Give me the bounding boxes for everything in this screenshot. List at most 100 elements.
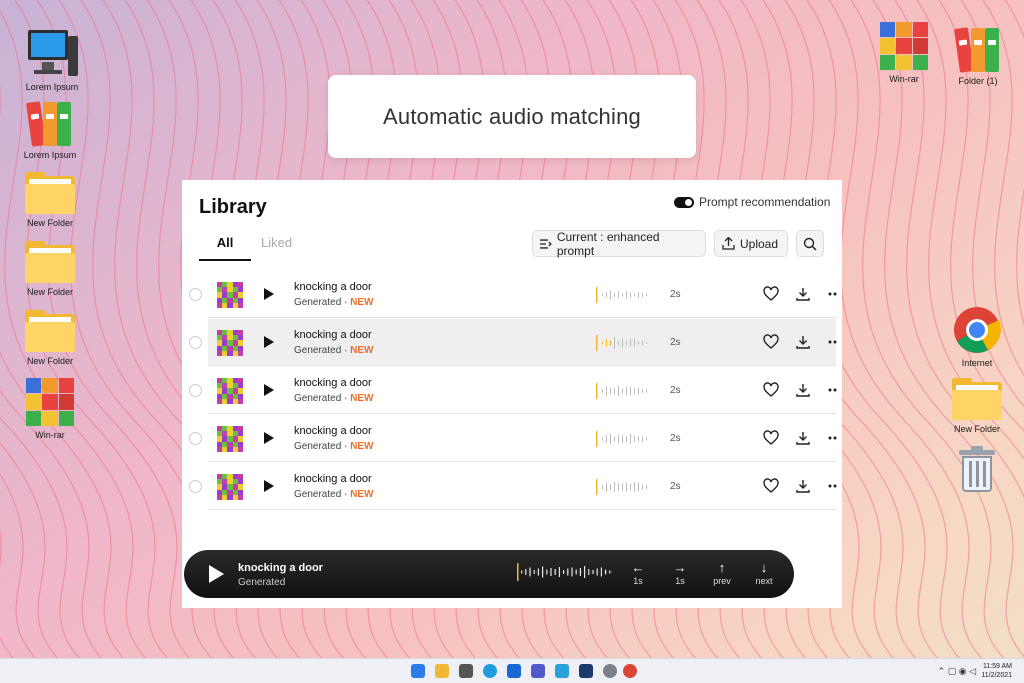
arrow-right-icon: → [673,560,687,575]
library-row[interactable]: knocking a door Generated · NEW 2s [189,367,837,414]
waveform-bar [622,483,623,491]
edge-icon[interactable] [483,664,497,678]
row-play-button[interactable] [264,384,274,396]
waveform-bar [634,293,635,297]
desktop-icon-binders[interactable]: Lorem Ipsum [10,100,90,160]
seek-back-button[interactable]: ← 1s [625,561,651,586]
row-play-button[interactable] [264,336,274,348]
row-waveform[interactable] [596,429,652,449]
seek-forward-button[interactable]: → 1s [667,561,693,586]
toggle-label: Prompt recommendation [699,195,831,209]
waveform-bar [610,484,611,490]
download-icon[interactable] [794,429,812,447]
waveform-bar [602,341,603,345]
desktop-icon-winrar-right[interactable]: Win-rar [864,22,944,84]
current-prompt-button[interactable]: Current : enhanced prompt [532,230,706,258]
desktop-icon-computer[interactable]: Lorem Ipsum [12,28,92,92]
row-title: knocking a door [294,473,372,485]
waveform-bar [630,484,631,490]
next-button[interactable]: ↓ next [751,561,777,586]
download-icon[interactable] [794,285,812,303]
desktop-icon-winrar[interactable]: Win-rar [10,378,90,440]
store-icon[interactable] [507,664,521,678]
chrome-taskbar-icon[interactable] [623,664,637,678]
folder-icon [25,170,75,214]
download-icon[interactable] [794,381,812,399]
desktop-icon-folder-right[interactable]: New Folder [937,376,1017,434]
row-play-button[interactable] [264,480,274,492]
waveform-bar [638,483,639,491]
heart-icon[interactable] [762,477,780,495]
list-filter-icon [540,238,552,249]
row-select-radio[interactable] [189,288,202,301]
download-icon[interactable] [794,477,812,495]
photos-icon[interactable] [555,664,569,678]
row-select-radio[interactable] [189,480,202,493]
desktop-icon-folder-binders[interactable]: Folder (1) [938,26,1018,86]
waveform-bar [554,569,556,575]
heart-icon[interactable] [762,429,780,447]
waveform-marker [517,563,519,581]
player-play-button[interactable] [209,565,224,583]
desktop-icon-label: Lorem Ipsum [25,82,79,92]
library-row[interactable]: knocking a door Generated · NEW 2s [189,271,837,318]
desktop-icon-internet[interactable]: Internet [937,306,1017,368]
waveform-bar [614,388,615,394]
desktop-icon-folder-1[interactable]: New Folder [10,170,90,228]
waveform-bar [638,387,639,395]
heart-icon[interactable] [762,333,780,351]
file-explorer-icon[interactable] [435,664,449,678]
library-row[interactable]: knocking a door Generated · NEW 2s [189,463,837,510]
clock[interactable]: 11:59 AM 11/2/2021 [981,662,1012,680]
row-waveform[interactable] [596,333,652,353]
waveform-bar [646,485,647,489]
tab-all[interactable]: All [199,235,251,261]
app-icon[interactable] [579,664,593,678]
system-tray[interactable]: ⌃ ▢ ◉ ◁ [938,666,976,677]
more-options-icon[interactable] [824,381,842,399]
waveform-bar [529,567,531,577]
desktop-icon-recycle-bin[interactable] [937,446,1017,498]
waveform-bar [610,387,611,395]
tab-liked[interactable]: Liked [261,235,292,259]
desktop-icon-label: Win-rar [889,74,919,84]
row-duration: 2s [670,481,681,492]
library-row[interactable]: knocking a door Generated · NEW 2s [189,319,837,366]
toggle-switch[interactable] [674,196,694,208]
prev-button[interactable]: ↑ prev [709,561,735,586]
waveform-bar [642,389,643,393]
heart-icon[interactable] [762,285,780,303]
search-button[interactable] [796,230,824,257]
waveform-bar [642,340,643,346]
row-select-radio[interactable] [189,432,202,445]
row-waveform[interactable] [596,477,652,497]
row-waveform[interactable] [596,381,652,401]
more-options-icon[interactable] [824,285,842,303]
more-options-icon[interactable] [824,429,842,447]
row-status: Generated [294,345,342,356]
player-waveform[interactable] [517,562,615,582]
settings-icon[interactable] [603,664,617,678]
waveform-bar [579,568,581,576]
desktop-icon-folder-2[interactable]: New Folder [10,239,90,297]
download-icon[interactable] [794,333,812,351]
teams-icon[interactable] [531,664,545,678]
more-options-icon[interactable] [824,333,842,351]
row-play-button[interactable] [264,288,274,300]
row-waveform[interactable] [596,285,652,305]
camera-icon[interactable] [459,664,473,678]
row-play-button[interactable] [264,432,274,444]
waveform-bar [646,437,647,441]
more-options-icon[interactable] [824,477,842,495]
desktop-icon-folder-3[interactable]: New Folder [10,308,90,366]
library-row[interactable]: knocking a door Generated · NEW 2s [189,415,837,462]
row-select-radio[interactable] [189,336,202,349]
start-icon[interactable] [411,664,425,678]
waveform-marker [596,287,598,303]
folder-icon [25,239,75,283]
upload-button[interactable]: Upload [714,230,788,257]
waveform-bar [638,292,639,298]
heart-icon[interactable] [762,381,780,399]
prompt-recommendation-toggle[interactable]: Prompt recommendation [674,195,830,209]
row-select-radio[interactable] [189,384,202,397]
